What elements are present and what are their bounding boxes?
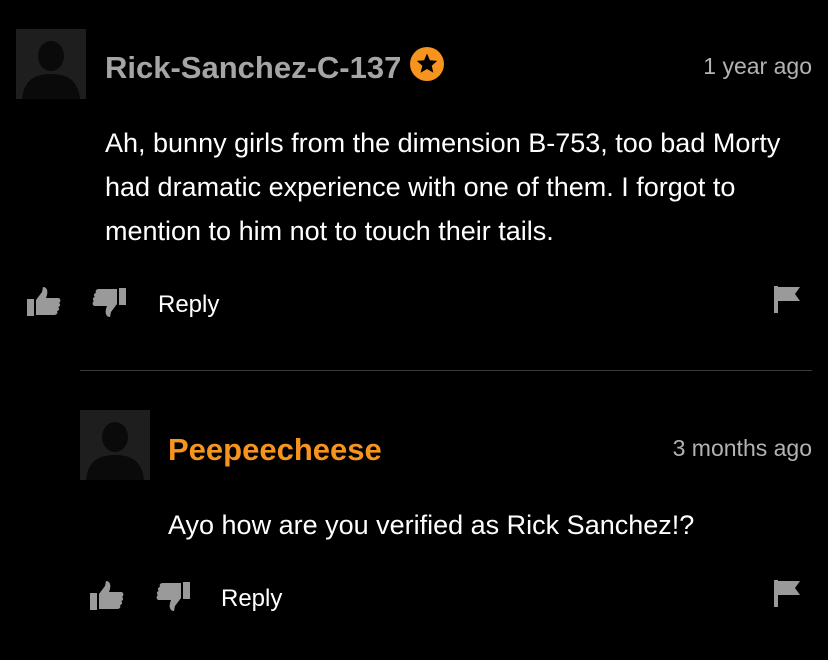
default-user-silhouette-icon (16, 29, 86, 99)
comment-actions: Reply (0, 579, 828, 619)
thumbs-up-icon[interactable] (90, 581, 124, 616)
comment-body: Ayo how are you verified as Rick Sanchez… (168, 510, 695, 540)
timestamp: 3 months ago (672, 435, 812, 461)
thumbs-down-icon[interactable] (156, 581, 190, 616)
reply-button[interactable]: Reply (221, 585, 282, 613)
avatar[interactable] (80, 410, 150, 480)
comment-body: Ah, bunny girls from the dimension B-753… (105, 128, 781, 246)
thumbs-down-icon[interactable] (92, 287, 126, 322)
star-icon (409, 46, 445, 90)
username[interactable]: Peepeecheese (168, 432, 382, 468)
comment-actions: Reply (0, 285, 828, 325)
reply-button[interactable]: Reply (158, 291, 219, 319)
reply-thread-divider (80, 370, 812, 371)
thumbs-up-icon[interactable] (27, 287, 61, 322)
avatar[interactable] (16, 29, 86, 99)
default-user-silhouette-icon (80, 410, 150, 480)
flag-icon[interactable] (774, 579, 802, 612)
flag-icon[interactable] (774, 285, 802, 318)
username[interactable]: Rick-Sanchez-C-137 (105, 47, 445, 90)
username-text[interactable]: Rick-Sanchez-C-137 (105, 50, 401, 85)
timestamp: 1 year ago (703, 53, 812, 79)
